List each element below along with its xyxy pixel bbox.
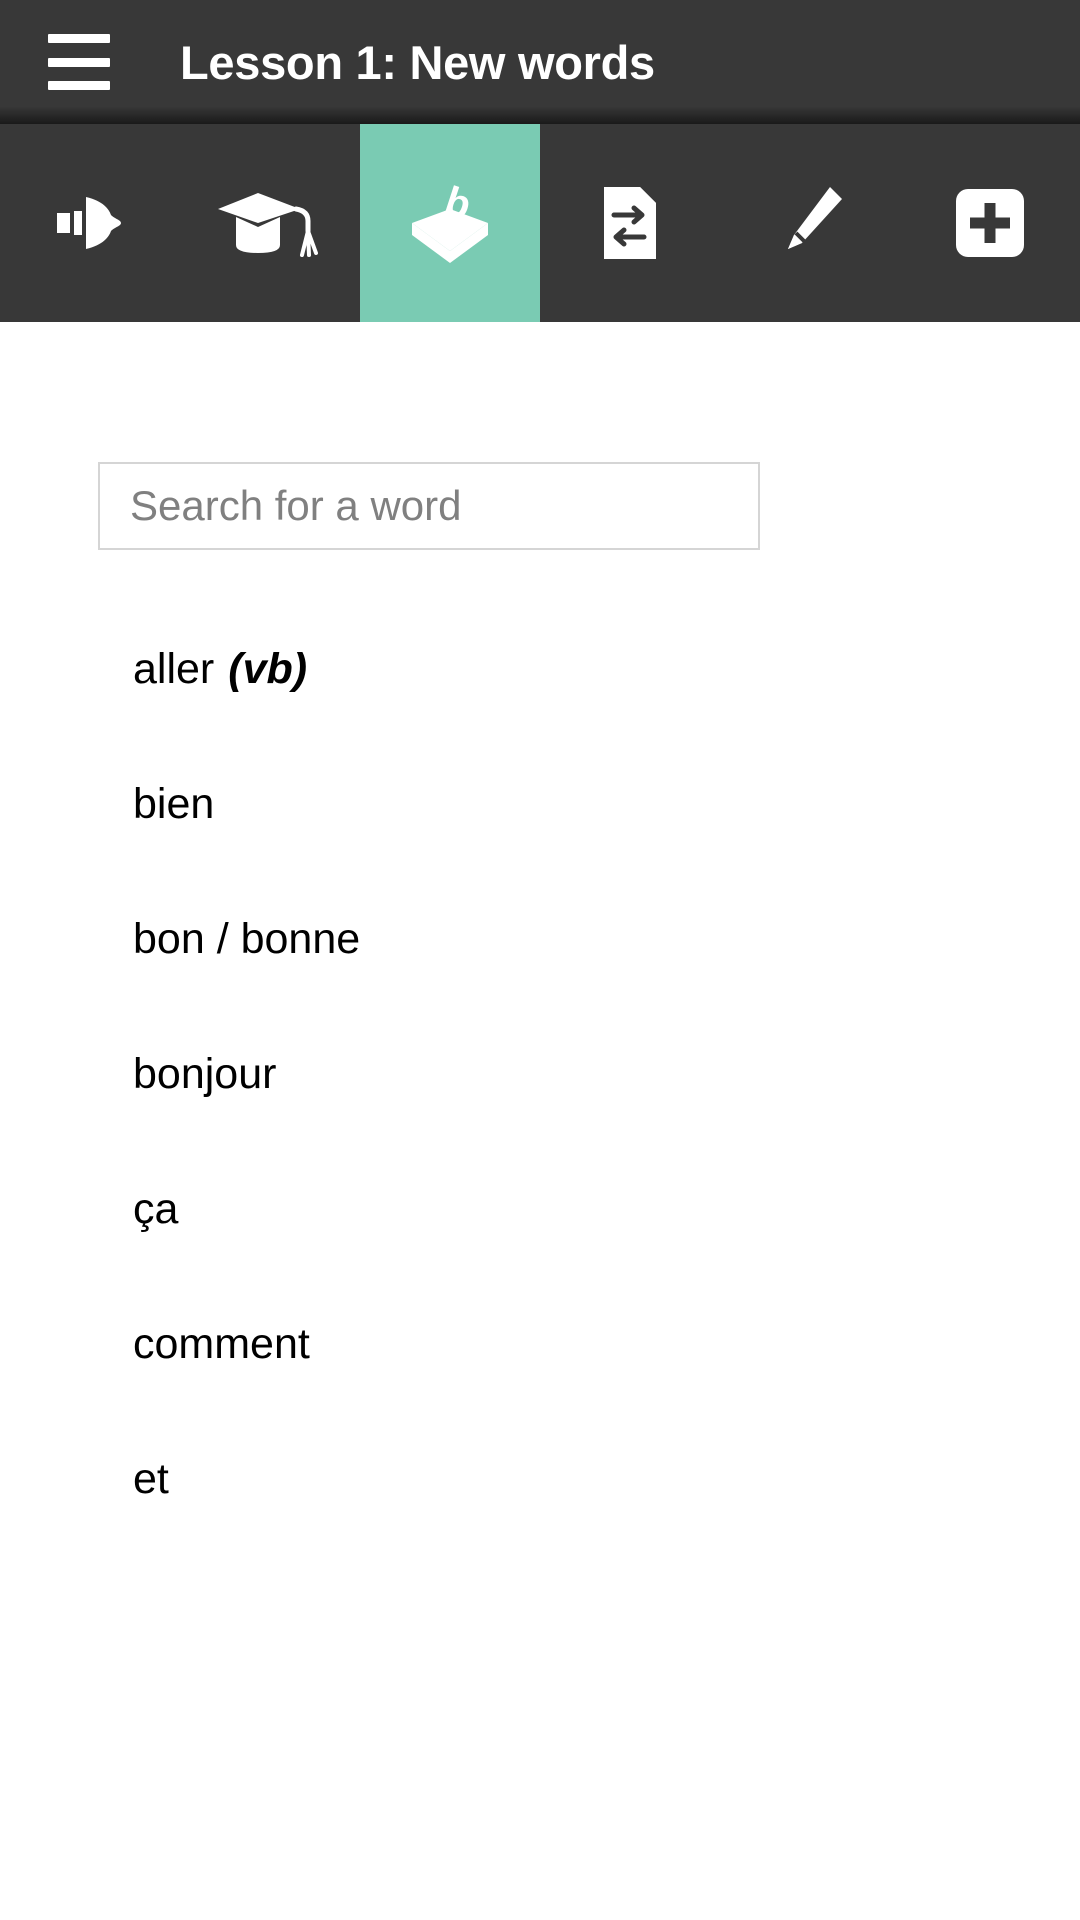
list-item[interactable]: ça [133,1142,1080,1277]
hamburger-bar-2 [48,57,110,67]
word-part-of-speech: (vb) [228,645,308,693]
app-header: Lesson 1: New words [0,0,1080,124]
tab-bar: b [0,124,1080,360]
tab-notes[interactable] [720,124,900,322]
plus-square-icon [954,187,1026,259]
tab-add[interactable] [900,124,1080,322]
tab-vocabulary[interactable]: b [360,124,540,322]
word-list: aller (vb) bien bon / bonne bonjour ça c… [0,602,1080,1547]
word-box-icon: b [402,179,498,267]
tab-pronunciation[interactable] [0,124,180,322]
list-item[interactable]: aller (vb) [133,602,1080,737]
graduation-cap-icon [214,187,326,259]
list-item[interactable]: bon / bonne [133,872,1080,1007]
pencil-icon [772,181,848,265]
hamburger-bar-1 [48,34,110,43]
speaker-icon [51,187,129,259]
list-item[interactable]: et [133,1412,1080,1547]
word-term: bon / bonne [133,915,361,963]
word-term: comment [133,1320,310,1368]
tab-grammar[interactable] [180,124,360,322]
tab-translate[interactable] [540,124,720,322]
page-title: Lesson 1: New words [180,35,655,89]
word-term: bonjour [133,1050,277,1098]
word-term: aller [133,645,215,693]
translate-doc-icon [598,183,662,263]
vocabulary-panel: aller (vb) bien bon / bonne bonjour ça c… [0,322,1080,1547]
search-input[interactable] [98,462,760,550]
word-term: bien [133,780,215,828]
list-item[interactable]: bien [133,737,1080,872]
list-item[interactable]: bonjour [133,1007,1080,1142]
hamburger-menu-icon[interactable] [48,34,110,90]
list-item[interactable]: comment [133,1277,1080,1412]
search-section [0,462,1080,550]
word-term: ça [133,1185,179,1233]
word-term: et [133,1455,169,1503]
hamburger-bar-3 [48,81,110,90]
